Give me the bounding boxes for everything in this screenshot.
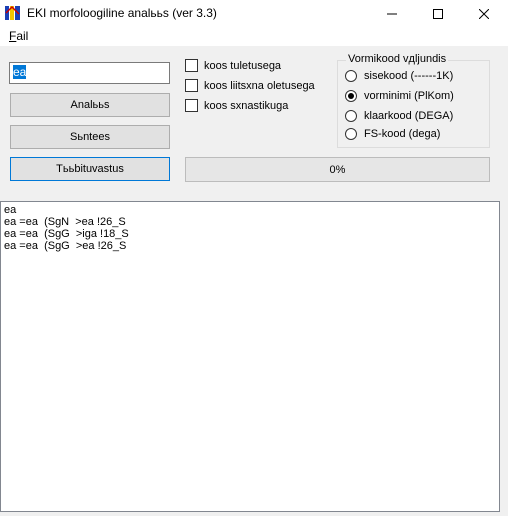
radio-fs-code-label: FS-kood (dega)	[364, 128, 441, 140]
radio-internal-code[interactable]: sisekood (------1K)	[345, 70, 453, 82]
progress-text: 0%	[329, 163, 346, 176]
window-title: EKI morfoloogiline analььs (ver 3.3)	[27, 6, 217, 20]
checkbox-dictionary-box[interactable]	[185, 99, 198, 112]
output-form-group-title: Vormikood vдljundis	[346, 53, 449, 65]
maximize-icon	[433, 8, 443, 19]
checkbox-compound-guess[interactable]: koos liitsхna oletusega	[185, 79, 315, 92]
radio-fs-code[interactable]: FS-kood (dega)	[345, 128, 440, 140]
menu-fail-rest: ail	[16, 29, 29, 43]
output-line: ea =ea (SgN >ea !26_S	[4, 216, 126, 228]
output-line: ea =ea (SgG >ea !26_S	[4, 240, 127, 252]
radio-clear-code[interactable]: klaarkood (DEGA)	[345, 110, 453, 122]
menu-bar: Fail	[0, 27, 508, 46]
close-icon	[479, 8, 489, 19]
checkbox-compound-guess-box[interactable]	[185, 79, 198, 92]
app-icon[interactable]	[4, 4, 22, 22]
minimize-icon	[387, 13, 397, 14]
synthesize-button[interactable]: Sьntees	[10, 125, 170, 149]
progress-bar: 0%	[185, 157, 490, 182]
output-line: ea =ea (SgG >iga !18_S	[4, 228, 129, 240]
radio-form-name-dot[interactable]	[345, 90, 357, 102]
radio-form-name-label: vorminimi (PlKom)	[364, 90, 454, 102]
radio-internal-code-label: sisekood (------1K)	[364, 70, 454, 82]
minimize-button[interactable]	[369, 0, 415, 27]
close-button[interactable]	[461, 0, 507, 27]
title-bar[interactable]: EKI morfoloogiline analььs (ver 3.3)	[0, 0, 508, 27]
output-textarea[interactable]: ea ea =ea (SgN >ea !26_S ea =ea (SgG >ig…	[0, 201, 500, 512]
radio-clear-code-dot[interactable]	[345, 110, 357, 122]
checkbox-compound-guess-label: koos liitsхna oletusega	[204, 79, 315, 92]
radio-form-name[interactable]: vorminimi (PlKom)	[345, 90, 454, 102]
checkbox-dictionary[interactable]: koos sхnastikuga	[185, 99, 288, 112]
clear-button[interactable]: Tььbituvastus	[10, 157, 170, 181]
menu-fail[interactable]: Fail	[9, 29, 28, 43]
output-line: ea	[4, 204, 17, 216]
radio-clear-code-label: klaarkood (DEGA)	[364, 110, 454, 122]
checkbox-derivation-box[interactable]	[185, 59, 198, 72]
radio-internal-code-dot[interactable]	[345, 70, 357, 82]
word-input[interactable]: ea	[9, 62, 170, 84]
checkbox-derivation-label: koos tuletusega	[204, 59, 282, 72]
radio-fs-code-dot[interactable]	[345, 128, 357, 140]
maximize-button[interactable]	[415, 0, 461, 27]
checkbox-dictionary-label: koos sхnastikuga	[204, 99, 289, 112]
word-input-value: ea	[13, 65, 27, 79]
checkbox-derivation[interactable]: koos tuletusega	[185, 59, 281, 72]
main-client-area: ea Analььs Sьntees Tььbituvastus koos tu…	[0, 46, 508, 516]
analyze-button[interactable]: Analььs	[10, 93, 170, 117]
